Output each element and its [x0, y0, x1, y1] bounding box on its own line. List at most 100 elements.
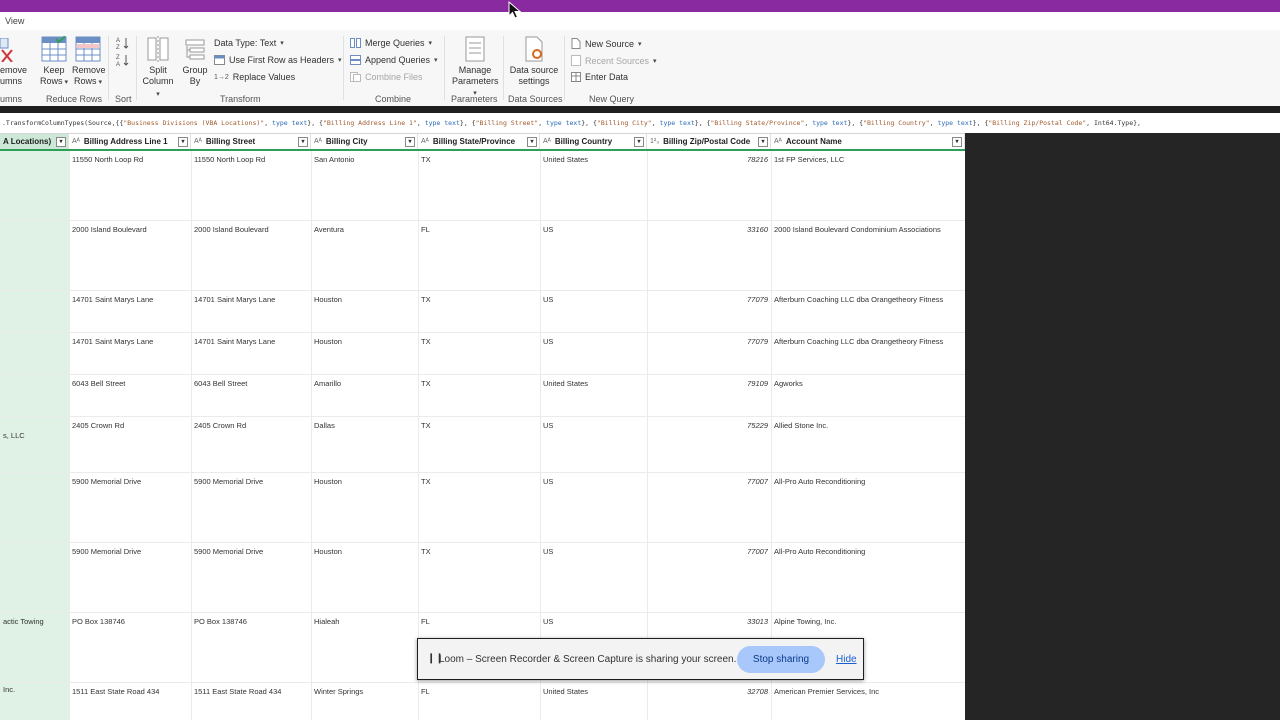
table-cell[interactable]: Agworks [774, 379, 962, 388]
keep-rows-button[interactable]: Keep Rows ▾ [40, 36, 68, 88]
column-type-icon[interactable]: Aᴬ [543, 138, 551, 145]
filter-dropdown-icon[interactable]: ▾ [405, 137, 415, 147]
table-cell[interactable]: All-Pro Auto Reconditioning [774, 477, 962, 486]
table-cell[interactable]: 11550 North Loop Rd [72, 155, 188, 164]
table-cell[interactable]: Inc. [3, 685, 66, 694]
manage-parameters-button[interactable]: Manage Parameters ▾ [452, 36, 499, 99]
column-header[interactable]: Aᴬ Billing Country ▾ [540, 134, 647, 149]
filter-dropdown-icon[interactable]: ▾ [527, 137, 537, 147]
table-cell[interactable]: Dallas [314, 421, 415, 430]
table-cell[interactable]: TX [421, 155, 537, 164]
table-cell[interactable]: TX [421, 379, 537, 388]
table-cell[interactable]: 2000 Island Boulevard Condominium Associ… [774, 225, 962, 234]
table-cell[interactable]: FL [421, 617, 537, 626]
table-cell[interactable]: TX [421, 477, 537, 486]
table-cell[interactable]: 77007 [650, 477, 768, 486]
table-cell[interactable]: TX [421, 295, 537, 304]
table-cell[interactable]: Afterburn Coaching LLC dba Orangetheory … [774, 337, 962, 346]
table-cell[interactable]: United States [543, 379, 644, 388]
table-cell[interactable]: 2000 Island Boulevard [194, 225, 308, 234]
table-cell[interactable]: 33160 [650, 225, 768, 234]
table-cell[interactable]: 14701 Saint Marys Lane [72, 295, 188, 304]
table-cell[interactable]: US [543, 295, 644, 304]
table-row[interactable]: 6043 Bell Street 6043 Bell Street Amarillo… [0, 375, 965, 417]
column-header[interactable]: Aᴬ Account Name ▾ [771, 134, 965, 149]
table-row[interactable]: 2000 Island Boulevard 2000 Island Bouleva… [0, 221, 965, 291]
table-row[interactable]: s, LLC 2405 Crown Rd 2405 Crown Rd Dallas TX… [0, 417, 965, 473]
column-type-icon[interactable]: Aᴬ [421, 138, 429, 145]
table-row[interactable]: 5900 Memorial Drive 5900 Memorial Drive Ho… [0, 473, 965, 543]
column-type-icon[interactable]: Aᴬ [314, 138, 322, 145]
merge-queries-button[interactable]: Merge Queries ▾ [350, 38, 432, 48]
sort-descending-button[interactable]: Z A [115, 53, 131, 70]
table-cell[interactable]: TX [421, 547, 537, 556]
table-cell[interactable]: Allied Stone Inc. [774, 421, 962, 430]
filter-dropdown-icon[interactable]: ▾ [634, 137, 644, 147]
column-type-icon[interactable]: Aᴬ [774, 138, 782, 145]
table-cell[interactable]: Houston [314, 337, 415, 346]
remove-rows-button[interactable]: Remove Rows ▾ [72, 36, 106, 88]
data-type-dropdown[interactable]: Data Type: Text ▾ [214, 38, 284, 48]
table-cell[interactable]: 32708 [650, 687, 768, 696]
table-cell[interactable]: 77079 [650, 337, 768, 346]
table-cell[interactable]: US [543, 421, 644, 430]
stop-sharing-button[interactable]: Stop sharing [737, 646, 825, 673]
table-cell[interactable]: Hialeah [314, 617, 415, 626]
split-column-button[interactable]: Split Column ▾ [140, 36, 176, 100]
table-cell[interactable]: PO Box 138746 [194, 617, 308, 626]
formula-bar[interactable]: .TransformColumnTypes(Source,{{"Business… [0, 113, 1280, 134]
table-row[interactable]: 5900 Memorial Drive 5900 Memorial Drive Ho… [0, 543, 965, 613]
recent-sources-button[interactable]: Recent Sources ▾ [571, 55, 657, 66]
filter-dropdown-icon[interactable]: ▾ [758, 137, 768, 147]
table-cell[interactable]: 6043 Bell Street [72, 379, 188, 388]
table-cell[interactable]: Winter Springs [314, 687, 415, 696]
table-cell[interactable]: s, LLC [3, 431, 66, 440]
table-cell[interactable]: 14701 Saint Marys Lane [194, 295, 308, 304]
column-header[interactable]: Aᴬ Billing Street ▾ [191, 134, 311, 149]
table-cell[interactable]: Aventura [314, 225, 415, 234]
column-type-icon[interactable]: Aᴬ [194, 138, 202, 145]
table-cell[interactable]: 77007 [650, 547, 768, 556]
column-header[interactable]: Aᴬ Billing Address Line 1 ▾ [69, 134, 191, 149]
table-cell[interactable]: 33013 [650, 617, 768, 626]
table-row[interactable]: 11550 North Loop Rd 11550 North Loop Rd Sa… [0, 151, 965, 221]
table-cell[interactable]: 1511 East State Road 434 [194, 687, 308, 696]
table-cell[interactable]: 11550 North Loop Rd [194, 155, 308, 164]
table-cell[interactable]: actic Towing [3, 617, 66, 626]
table-cell[interactable]: 2000 Island Boulevard [72, 225, 188, 234]
table-cell[interactable]: Houston [314, 477, 415, 486]
sort-ascending-button[interactable]: A Z [115, 36, 131, 53]
table-cell[interactable]: PO Box 138746 [72, 617, 188, 626]
table-cell[interactable]: US [543, 617, 644, 626]
table-cell[interactable]: United States [543, 155, 644, 164]
new-source-button[interactable]: New Source ▾ [571, 38, 642, 49]
table-cell[interactable]: 5900 Memorial Drive [194, 477, 308, 486]
table-cell[interactable]: 14701 Saint Marys Lane [72, 337, 188, 346]
data-source-settings-button[interactable]: Data source settings [509, 36, 559, 87]
table-cell[interactable]: 1st FP Services, LLC [774, 155, 962, 164]
formula-text[interactable]: .TransformColumnTypes(Source,{{"Business… [2, 119, 1278, 127]
table-cell[interactable]: United States [543, 687, 644, 696]
group-by-button[interactable]: Group By [181, 36, 209, 87]
table-cell[interactable]: TX [421, 421, 537, 430]
table-cell[interactable]: Amarillo [314, 379, 415, 388]
column-header[interactable]: 1²₃ Billing Zip/Postal Code ▾ [647, 134, 771, 149]
table-cell[interactable]: 79109 [650, 379, 768, 388]
replace-values-button[interactable]: 1→2 Replace Values [214, 72, 295, 82]
table-row[interactable]: 14701 Saint Marys Lane 14701 Saint Marys … [0, 291, 965, 333]
table-cell[interactable]: 5900 Memorial Drive [194, 547, 308, 556]
table-cell[interactable]: FL [421, 225, 537, 234]
enter-data-button[interactable]: Enter Data [571, 72, 628, 82]
table-cell[interactable]: FL [421, 687, 537, 696]
table-cell[interactable]: US [543, 477, 644, 486]
table-cell[interactable]: US [543, 337, 644, 346]
table-cell[interactable]: 14701 Saint Marys Lane [194, 337, 308, 346]
filter-dropdown-icon[interactable]: ▾ [952, 137, 962, 147]
table-cell[interactable]: San Antonio [314, 155, 415, 164]
column-type-icon[interactable]: Aᴬ [72, 138, 80, 145]
table-cell[interactable]: TX [421, 337, 537, 346]
table-cell[interactable]: 2405 Crown Rd [194, 421, 308, 430]
append-queries-button[interactable]: Append Queries ▾ [350, 55, 438, 65]
filter-dropdown-icon[interactable]: ▾ [298, 137, 308, 147]
table-cell[interactable]: Alpine Towing, Inc. [774, 617, 962, 626]
